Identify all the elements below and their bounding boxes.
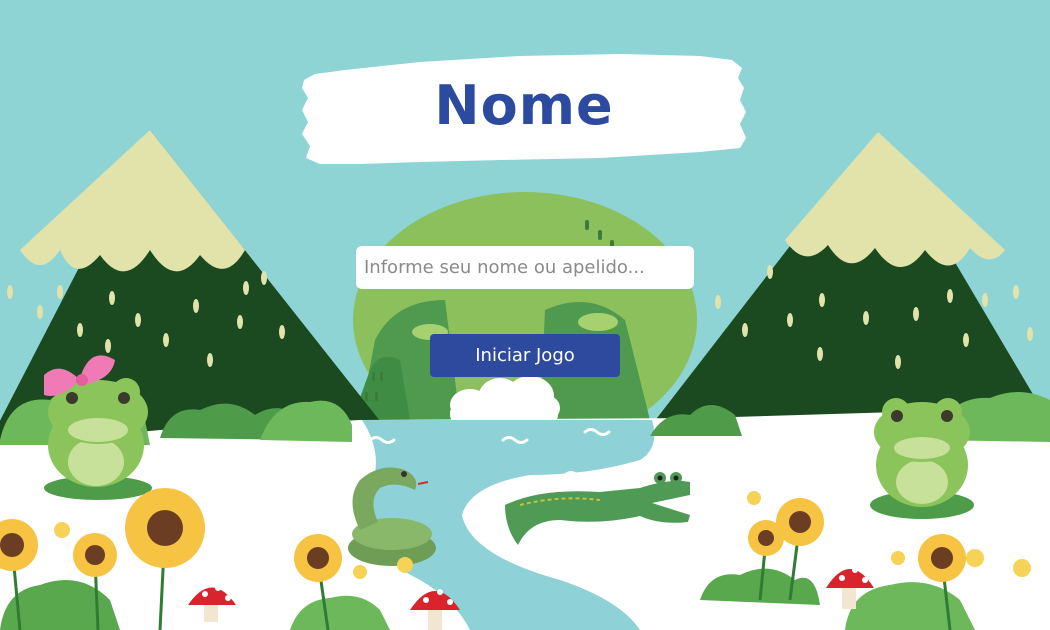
start-game-button[interactable]: Iniciar Jogo <box>430 334 620 377</box>
name-input[interactable] <box>356 246 694 289</box>
page-title: Nome <box>434 74 614 137</box>
frog <box>870 398 974 519</box>
